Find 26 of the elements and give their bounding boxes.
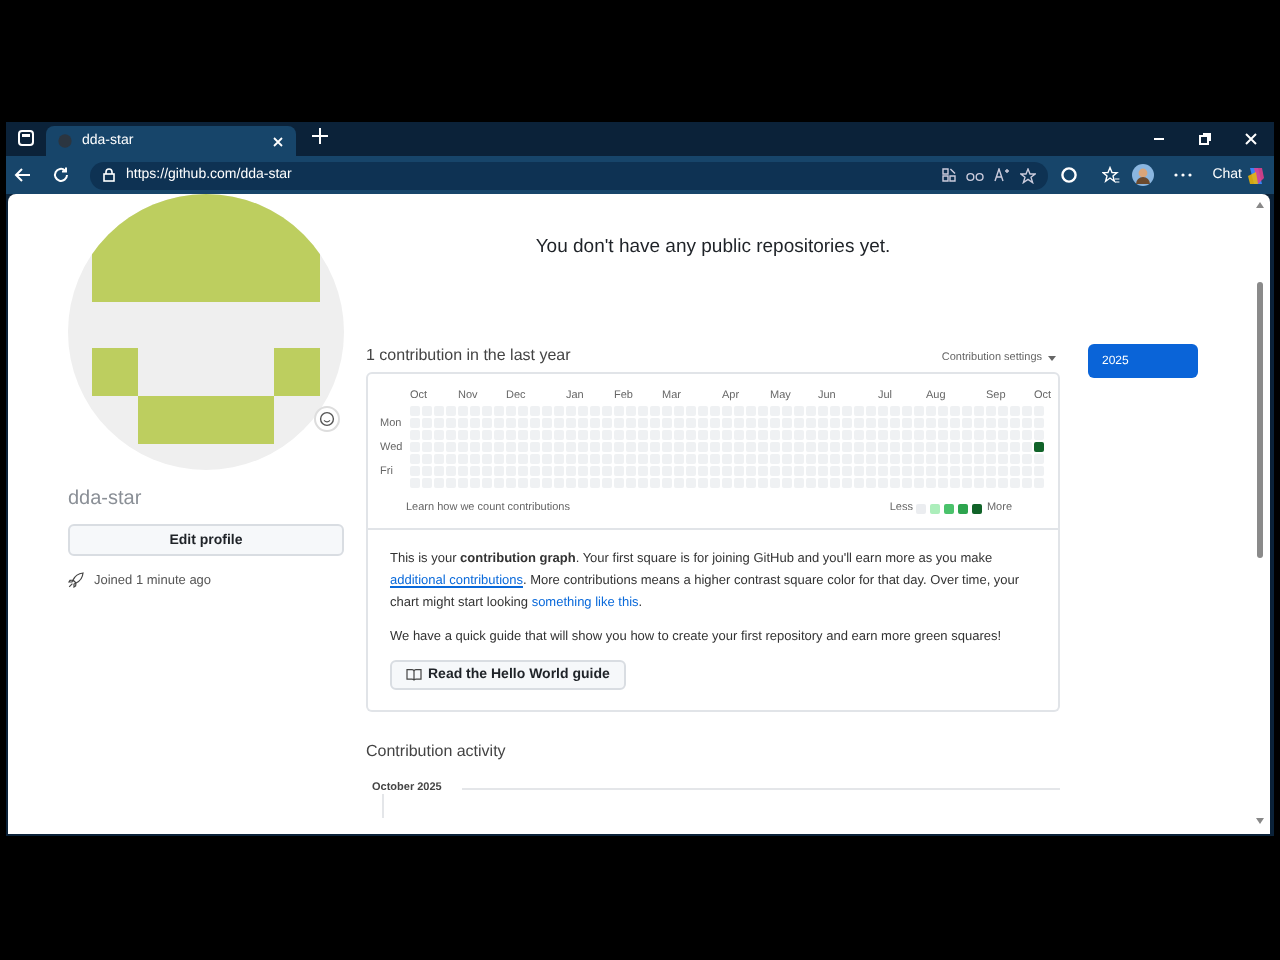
caret-icon [1048,355,1056,361]
more-icon[interactable] [1174,172,1193,178]
glasses-icon[interactable] [966,168,985,182]
site-icon [58,134,72,148]
back-icon[interactable] [14,166,32,184]
close-icon[interactable] [272,135,284,147]
grid-icon[interactable] [942,168,957,182]
favorites-icon[interactable] [1102,166,1121,184]
minimize-icon[interactable] [1152,132,1166,146]
profile-avatar-icon[interactable] [1132,164,1155,186]
restore-icon[interactable] [1198,132,1212,146]
refresh-icon[interactable] [52,166,70,184]
star-icon[interactable] [1020,167,1037,183]
lock-icon[interactable] [102,168,116,182]
rocket-icon [68,572,84,588]
copilot-icon [1246,165,1266,185]
new-tab-icon[interactable] [312,127,328,143]
no-repositories-message: You don't have any public repositories yet. [533,236,893,258]
contribution-summary: 1 contribution in the last year [366,346,571,364]
read-aloud-icon[interactable] [994,168,1011,182]
workspaces-icon[interactable] [18,129,34,145]
smiley-icon[interactable] [314,406,340,432]
book-icon [406,668,422,682]
username: dda-star [68,488,144,510]
activity-heading: Contribution activity [366,742,508,760]
close-icon[interactable] [1244,132,1258,146]
